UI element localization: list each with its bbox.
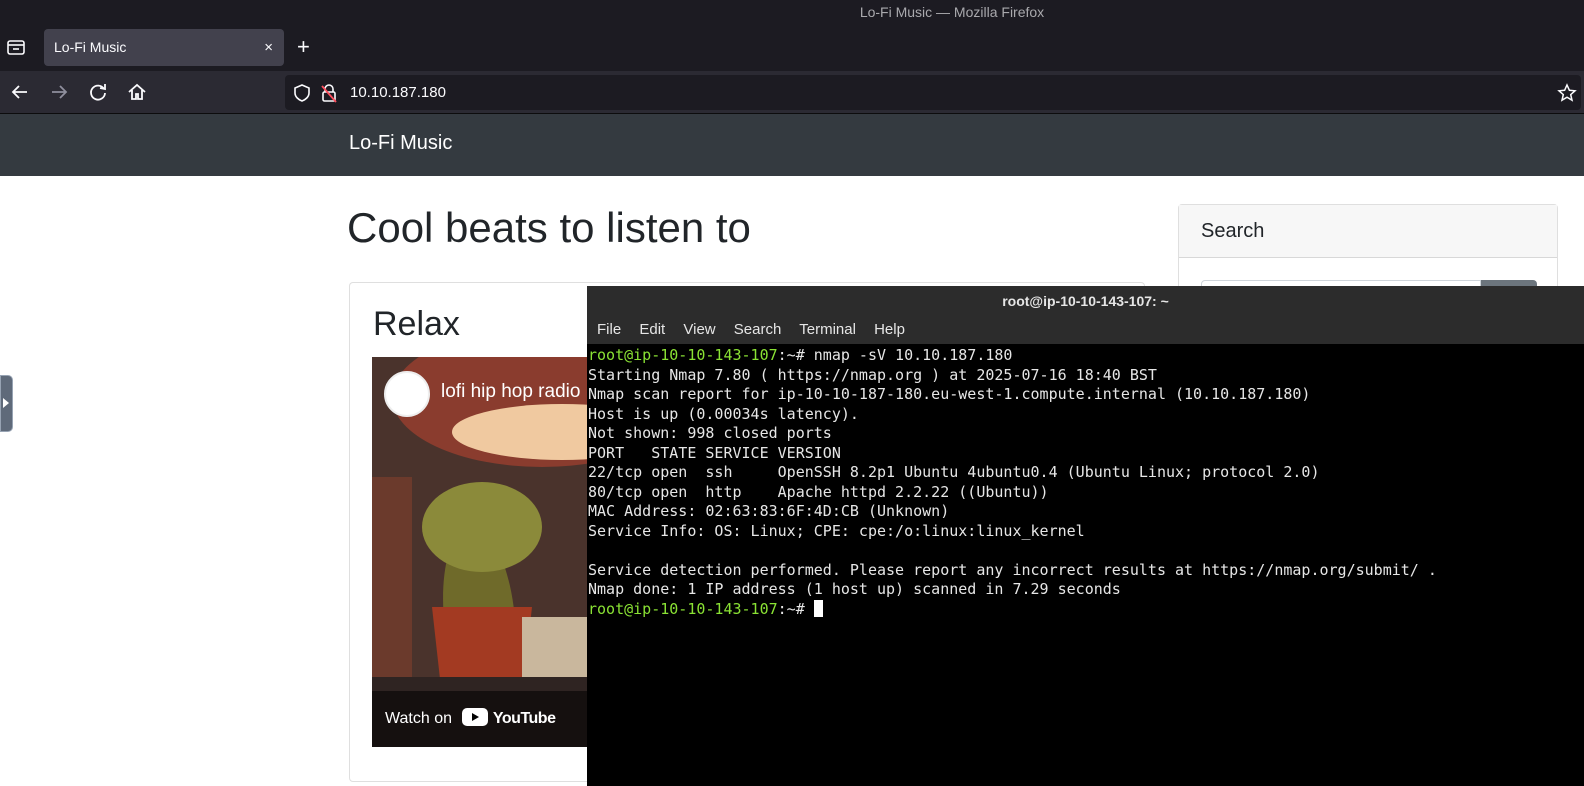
- url-text[interactable]: 10.10.187.180: [350, 75, 446, 110]
- terminal-window[interactable]: root@ip-10-10-143-107: ~ File Edit View …: [587, 286, 1584, 786]
- back-arrow-icon[interactable]: [9, 81, 31, 103]
- new-tab-button[interactable]: +: [297, 35, 310, 59]
- search-heading: Search: [1179, 205, 1557, 258]
- window-titlebar: Lo-Fi Music — Mozilla Firefox: [0, 0, 1584, 24]
- output-line: PORT STATE SERVICE VERSION: [588, 443, 841, 462]
- terminal-prompt: root@ip-10-10-143-107: [588, 599, 778, 618]
- output-line: MAC Address: 02:63:83:6F:4D:CB (Unknown): [588, 502, 950, 520]
- youtube-wordmark: YouTube: [492, 710, 556, 727]
- output-line: 22/tcp open ssh OpenSSH 8.2p1 Ubuntu 4ub…: [588, 463, 1320, 481]
- site-navbar: Lo-Fi Music: [0, 114, 1584, 176]
- menu-terminal[interactable]: Terminal: [799, 321, 856, 338]
- side-panel-handle[interactable]: [0, 375, 13, 432]
- url-bar[interactable]: 10.10.187.180: [285, 75, 1581, 110]
- insecure-lock-icon[interactable]: [321, 83, 337, 103]
- menu-file[interactable]: File: [597, 321, 621, 338]
- expand-arrow-icon: [3, 398, 9, 408]
- menu-search[interactable]: Search: [734, 321, 782, 338]
- menu-help[interactable]: Help: [874, 321, 905, 338]
- tracking-protection-shield-icon[interactable]: [293, 83, 311, 103]
- watch-on-label: Watch on: [385, 710, 452, 727]
- watch-on-youtube-button[interactable]: Watch on YouTube: [372, 691, 592, 747]
- bookmark-star-icon[interactable]: [1557, 83, 1577, 103]
- tab-lofi-music[interactable]: Lo-Fi Music ×: [44, 29, 284, 66]
- card-title: Relax: [373, 305, 460, 343]
- output-line: Service Info: OS: Linux; CPE: cpe:/o:lin…: [588, 521, 1085, 540]
- page-heading: Cool beats to listen to: [347, 204, 751, 251]
- site-brand[interactable]: Lo-Fi Music: [349, 132, 452, 155]
- navigation-toolbar: 10.10.187.180: [0, 71, 1584, 114]
- menu-edit[interactable]: Edit: [639, 321, 665, 338]
- reload-icon[interactable]: [87, 81, 109, 103]
- active-prompt-line: root@ip-10-10-143-107:~#: [588, 599, 1584, 620]
- youtube-logo-icon: [462, 708, 489, 726]
- forward-arrow-icon[interactable]: [48, 81, 70, 103]
- terminal-prompt: root@ip-10-10-143-107: [588, 346, 778, 364]
- output-line: Starting Nmap 7.80 ( https://nmap.org ) …: [588, 365, 1157, 384]
- prompt-suffix: :~#: [777, 346, 814, 364]
- output-line: 80/tcp open http Apache httpd 2.2.22 ((U…: [588, 482, 1049, 501]
- terminal-menubar: File Edit View Search Terminal Help: [587, 316, 1584, 344]
- list-all-tabs-icon[interactable]: [6, 38, 26, 56]
- output-line: Host is up (0.00034s latency).: [588, 404, 859, 423]
- command-line: root@ip-10-10-143-107:~# nmap -sV 10.10.…: [588, 346, 1584, 366]
- window-title: Lo-Fi Music — Mozilla Firefox: [859, 4, 1045, 20]
- output-line: Nmap done: 1 IP address (1 host up) scan…: [588, 580, 1121, 598]
- terminal-command: nmap -sV 10.10.187.180: [813, 346, 1013, 364]
- output-line: Not shown: 998 closed ports: [588, 424, 832, 442]
- output-line: Nmap scan report for ip-10-10-187-180.eu…: [588, 385, 1311, 403]
- terminal-output[interactable]: root@ip-10-10-143-107:~# nmap -sV 10.10.…: [587, 344, 1584, 619]
- channel-avatar[interactable]: [384, 371, 430, 417]
- output-line: Service detection performed. Please repo…: [588, 560, 1437, 579]
- home-icon[interactable]: [126, 81, 148, 103]
- tab-label: Lo-Fi Music: [54, 39, 127, 55]
- terminal-title: root@ip-10-10-143-107: ~: [587, 286, 1584, 316]
- close-tab-icon[interactable]: ×: [264, 29, 273, 66]
- video-title[interactable]: lofi hip hop radio: [441, 381, 580, 403]
- menu-view[interactable]: View: [683, 321, 715, 338]
- prompt-suffix: :~#: [777, 599, 814, 618]
- terminal-cursor: [813, 599, 823, 617]
- tab-bar: Lo-Fi Music × +: [0, 24, 1584, 71]
